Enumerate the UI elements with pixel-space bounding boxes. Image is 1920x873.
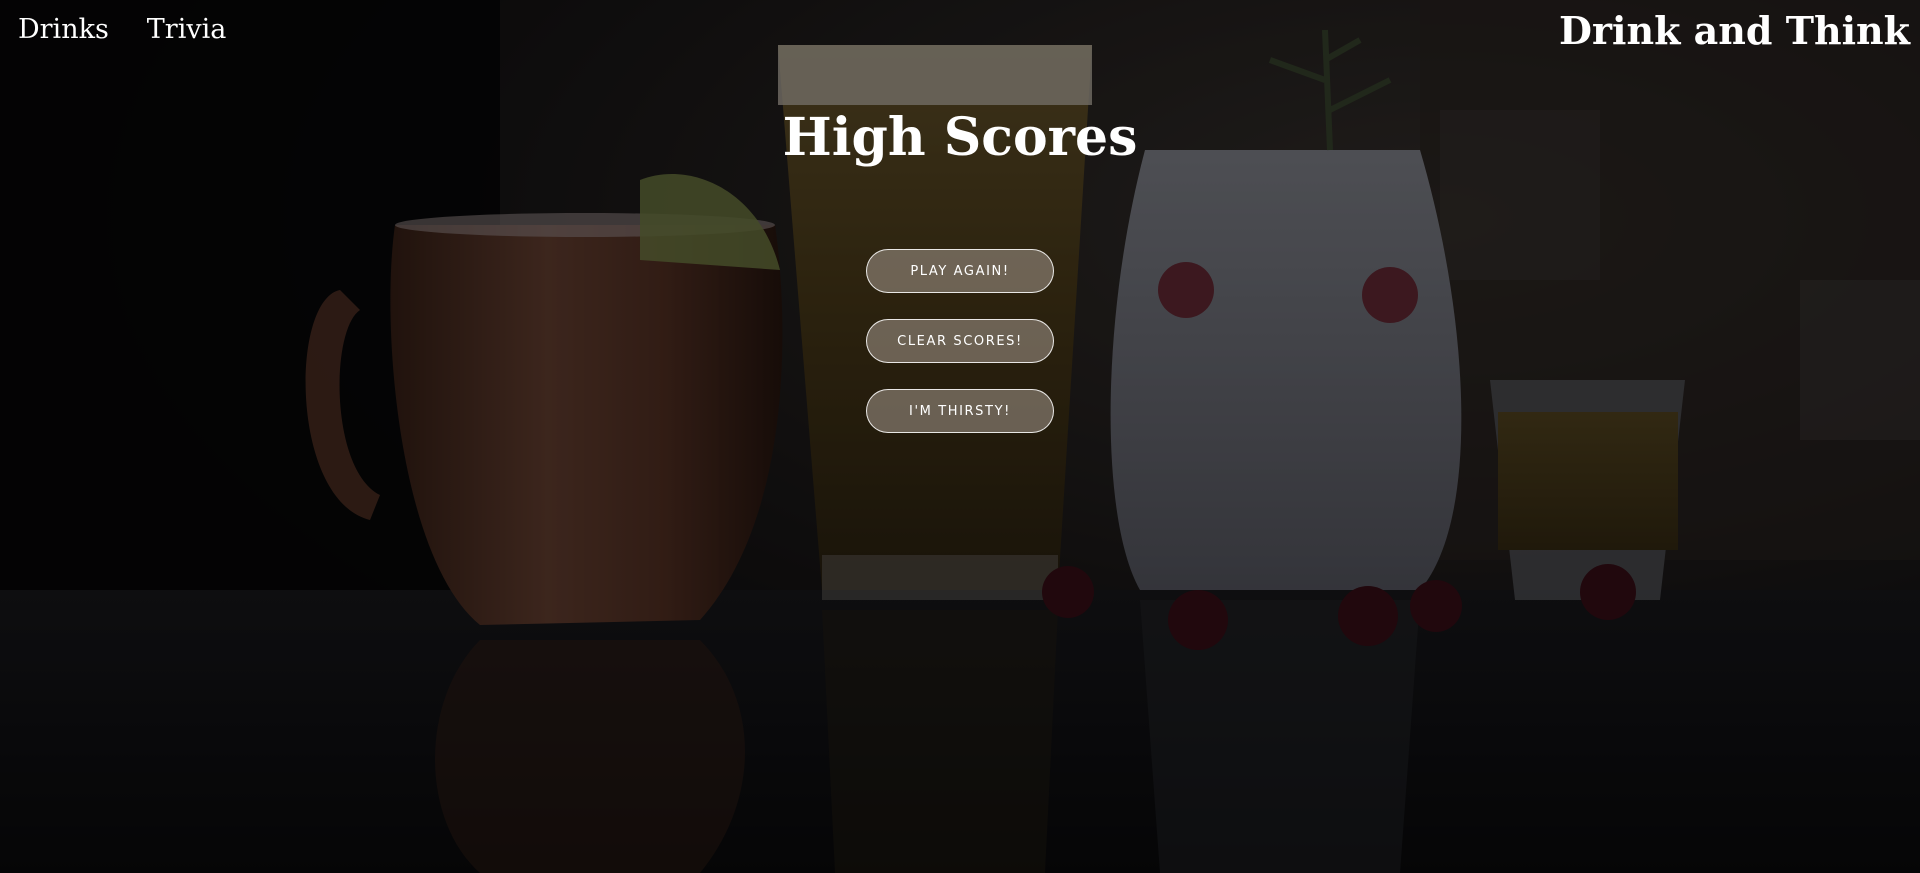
page-title: High Scores (782, 107, 1138, 168)
nav-link-drinks[interactable]: Drinks (18, 10, 109, 50)
top-nav: Drinks Trivia (18, 10, 226, 50)
play-again-button[interactable]: PLAY AGAIN! (866, 249, 1054, 293)
nav-link-trivia[interactable]: Trivia (147, 10, 227, 50)
page: Drinks Trivia Drink and Think High Score… (0, 0, 1920, 873)
action-buttons: PLAY AGAIN! CLEAR SCORES! I'M THIRSTY! (866, 249, 1054, 459)
im-thirsty-button[interactable]: I'M THIRSTY! (866, 389, 1054, 433)
site-title[interactable]: Drink and Think (1559, 6, 1910, 56)
clear-scores-button[interactable]: CLEAR SCORES! (866, 319, 1054, 363)
